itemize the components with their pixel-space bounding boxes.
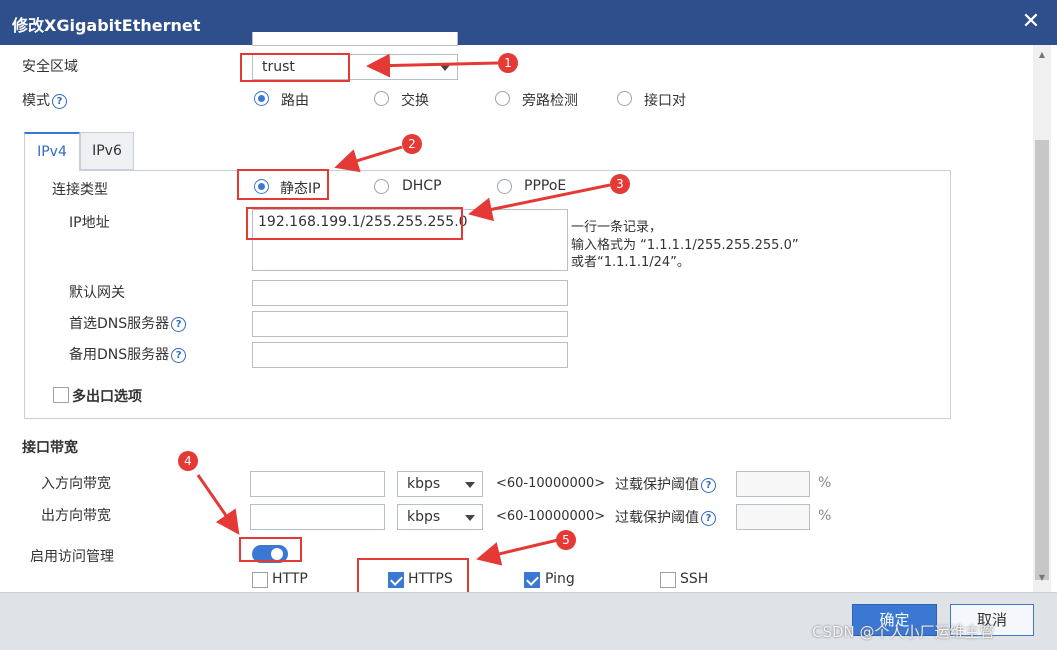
inbound-overload-label: 过载保护阈值?	[615, 474, 716, 494]
gateway-label: 默认网关	[69, 285, 125, 301]
dns-backup-input[interactable]	[252, 342, 568, 368]
dns-primary-input[interactable]	[252, 311, 568, 337]
highlight-box-4	[239, 537, 302, 562]
help-icon[interactable]: ?	[701, 478, 716, 493]
mode-radio-switch[interactable]	[374, 91, 389, 106]
help-icon[interactable]: ?	[171, 348, 187, 363]
dialog-title: 修改XGigabitEthernet	[12, 16, 201, 35]
annotation-badge-2: 2	[402, 134, 422, 154]
annotation-badge-1: 1	[498, 53, 518, 73]
mode-option-switch: 交换	[401, 93, 429, 109]
help-icon[interactable]: ?	[52, 94, 67, 109]
chevron-down-icon	[465, 482, 475, 488]
highlight-box-1	[240, 53, 350, 82]
previous-field-input[interactable]	[252, 32, 458, 46]
mode-option-pair: 接口对	[644, 93, 686, 109]
outbound-range-hint: <60-10000000>	[496, 509, 606, 524]
tab-ipv4[interactable]: IPv4	[24, 132, 80, 171]
conn-radio-pppoe[interactable]	[497, 179, 512, 194]
http-label: HTTP	[272, 571, 308, 587]
help-icon[interactable]: ?	[171, 317, 187, 332]
ssh-label: SSH	[680, 571, 709, 587]
annotation-badge-3: 3	[610, 174, 630, 194]
scroll-down-icon[interactable]: ▼	[1036, 573, 1048, 583]
highlight-box-3	[246, 207, 463, 240]
chevron-down-icon	[440, 65, 450, 71]
scroll-up-icon[interactable]: ▲	[1036, 50, 1048, 60]
mode-radio-pair[interactable]	[617, 91, 632, 106]
access-mgmt-label: 启用访问管理	[30, 549, 114, 565]
outbound-bandwidth-label: 出方向带宽	[41, 508, 111, 524]
dns-primary-label: 首选DNS服务器?	[69, 313, 187, 333]
highlight-box-5	[357, 558, 469, 594]
mode-option-route: 路由	[281, 93, 309, 109]
conn-option-pppoe: PPPoE	[524, 178, 567, 194]
inbound-range-hint: <60-10000000>	[496, 476, 606, 491]
outbound-percent: %	[818, 508, 832, 524]
help-icon[interactable]: ?	[701, 511, 716, 526]
annotation-badge-4: 4	[178, 451, 198, 471]
conn-option-dhcp: DHCP	[402, 178, 442, 194]
annotation-badge-5: 5	[556, 530, 576, 550]
connection-type-label: 连接类型	[52, 182, 108, 198]
watermark: CSDN @个人小厂运维主管	[812, 623, 995, 641]
ping-checkbox[interactable]	[524, 572, 540, 588]
security-zone-label: 安全区域	[22, 59, 78, 75]
ping-label: Ping	[545, 571, 575, 587]
inbound-bandwidth-input[interactable]	[250, 471, 385, 497]
ip-address-label: IP地址	[69, 215, 110, 231]
http-checkbox[interactable]	[252, 572, 268, 588]
outbound-bandwidth-input[interactable]	[250, 504, 385, 530]
conn-radio-dhcp[interactable]	[374, 179, 389, 194]
outbound-overload-input[interactable]	[736, 504, 810, 530]
inbound-bandwidth-label: 入方向带宽	[41, 476, 111, 492]
ip-hint-line1: 一行一条记录，	[571, 220, 663, 235]
ip-hint-line3: 或者“1.1.1.1/24”。	[571, 255, 690, 270]
ssh-checkbox[interactable]	[660, 572, 676, 588]
highlight-box-2	[237, 169, 329, 200]
mode-radio-route[interactable]	[254, 91, 269, 106]
close-icon[interactable]: ✕	[1018, 8, 1044, 36]
multi-exit-checkbox[interactable]	[53, 387, 69, 403]
scrollbar-thumb[interactable]	[1035, 140, 1049, 580]
mode-label: 模式?	[22, 90, 67, 110]
inbound-percent: %	[818, 475, 832, 491]
bandwidth-section-title: 接口带宽	[22, 440, 78, 456]
mode-option-bypass: 旁路检测	[522, 93, 578, 109]
tab-ipv6[interactable]: IPv6	[80, 132, 134, 170]
outbound-overload-label: 过载保护阈值?	[615, 507, 716, 527]
chevron-down-icon	[465, 515, 475, 521]
dns-backup-label: 备用DNS服务器?	[69, 344, 187, 364]
mode-radio-bypass[interactable]	[495, 91, 510, 106]
inbound-overload-input[interactable]	[736, 471, 810, 497]
multi-exit-label: 多出口选项	[72, 389, 142, 405]
gateway-input[interactable]	[252, 280, 568, 306]
